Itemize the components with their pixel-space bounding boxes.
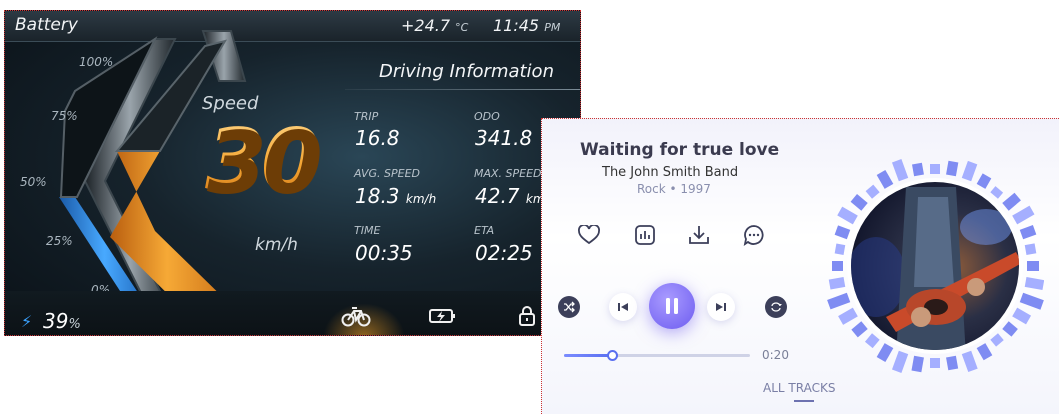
- music-player: Waiting for true love The John Smith Ban…: [541, 118, 1059, 414]
- stat-label-time: TIME: [354, 224, 381, 237]
- visualizer-bar: [891, 159, 909, 182]
- speed-unit: km/h: [255, 235, 298, 255]
- visualizer-bar: [827, 292, 851, 310]
- comment-icon[interactable]: [741, 222, 767, 248]
- visualizer-bar: [876, 169, 894, 189]
- stat-value-avg-speed: 18.3 km/h: [355, 184, 437, 208]
- visualizer-bar: [1019, 225, 1037, 240]
- visualizer-bar: [1027, 261, 1039, 271]
- stat-value-odo: 341.8: [475, 126, 533, 150]
- visualizer-bar: [1002, 192, 1021, 211]
- lock-icon[interactable]: [510, 301, 544, 331]
- heart-icon[interactable]: [576, 222, 602, 248]
- band-name: The John Smith Band: [602, 165, 739, 180]
- stat-value-time: 00:35: [355, 241, 413, 265]
- visualizer-bar: [828, 277, 846, 290]
- visualizer-bar: [1019, 292, 1044, 310]
- visualizer-bar: [837, 206, 858, 225]
- visualizer-bar: [930, 358, 940, 368]
- battery-scale-75: 75%: [51, 109, 78, 123]
- repeat-icon[interactable]: [765, 296, 787, 318]
- shuffle-icon[interactable]: [558, 296, 580, 318]
- driving-info-title: Driving Information: [379, 61, 554, 82]
- visualizer-bar: [834, 225, 851, 240]
- song-title: Waiting for true love: [580, 140, 780, 160]
- stat-label-trip: TRIP: [354, 110, 379, 123]
- stat-label-max-speed: MAX. SPEED: [474, 167, 542, 180]
- visualizer-bar: [976, 173, 992, 189]
- visualizer-bar: [976, 343, 993, 361]
- visualizer-bar: [1024, 277, 1044, 291]
- progress-bar[interactable]: [564, 350, 750, 361]
- visualizer-bar: [946, 160, 959, 177]
- stat-value-eta: 02:25: [475, 241, 533, 265]
- stat-label-eta: ETA: [474, 224, 495, 237]
- visualizer-bar: [876, 343, 894, 363]
- stat-value-trip: 16.8: [355, 126, 400, 150]
- battery-scale-100: 100%: [79, 55, 114, 69]
- song-meta: Rock • 1997: [637, 182, 711, 196]
- album-art-visualizer: [827, 159, 1044, 373]
- next-icon[interactable]: [707, 293, 735, 321]
- visualizer-bar: [851, 321, 868, 338]
- bicycle-icon[interactable]: [339, 301, 373, 331]
- visualizer-bar: [865, 184, 880, 199]
- charging-battery-icon[interactable]: [425, 301, 459, 331]
- visualizer-bar: [911, 355, 924, 373]
- visualizer-bar: [891, 350, 909, 373]
- pause-icon[interactable]: [649, 283, 695, 329]
- visualizer-bar: [961, 160, 978, 182]
- visualizer-bar: [990, 333, 1004, 347]
- progress-fill: [564, 354, 613, 357]
- visualizer-bar: [832, 261, 843, 271]
- visualizer-bar: [1012, 205, 1035, 225]
- dashboard-bottom-bar: [5, 291, 580, 335]
- download-icon[interactable]: [686, 222, 712, 248]
- visualizer-bar: [864, 333, 880, 349]
- visualizer-bar: [946, 355, 959, 371]
- all-tracks-link[interactable]: ALL TRACKS: [763, 381, 835, 395]
- speed-value: 30: [205, 111, 321, 211]
- battery-scale-50: 50%: [20, 175, 47, 189]
- battery-scale-25: 25%: [46, 234, 73, 248]
- visualizer-bar: [850, 194, 868, 211]
- visualizer-bar: [838, 307, 858, 325]
- charging-bolt-icon: ⚡: [21, 312, 33, 331]
- visualizer-bar: [1012, 307, 1032, 325]
- all-tracks-underline: [794, 400, 814, 402]
- stat-label-avg-speed: AVG. SPEED: [354, 167, 421, 180]
- elapsed-time: 0:20: [762, 348, 789, 362]
- visualizer-bar: [930, 164, 940, 174]
- progress-knob[interactable]: [607, 350, 619, 361]
- visualizer-bar: [961, 350, 978, 373]
- driving-dashboard: Battery +24.7 °C 11:45 PM 100% 75% 50% 2…: [4, 10, 581, 336]
- battery-level-readout: 39%: [43, 309, 81, 333]
- equalizer-icon[interactable]: [632, 222, 658, 248]
- stat-label-odo: ODO: [474, 110, 500, 123]
- visualizer-bar: [912, 162, 924, 177]
- previous-icon[interactable]: [609, 293, 637, 321]
- visualizer-bar: [834, 243, 846, 255]
- divider: [345, 89, 580, 90]
- visualizer-bar: [1002, 321, 1018, 337]
- visualizer-bar: [1024, 243, 1037, 255]
- visualizer-bar: [990, 186, 1004, 199]
